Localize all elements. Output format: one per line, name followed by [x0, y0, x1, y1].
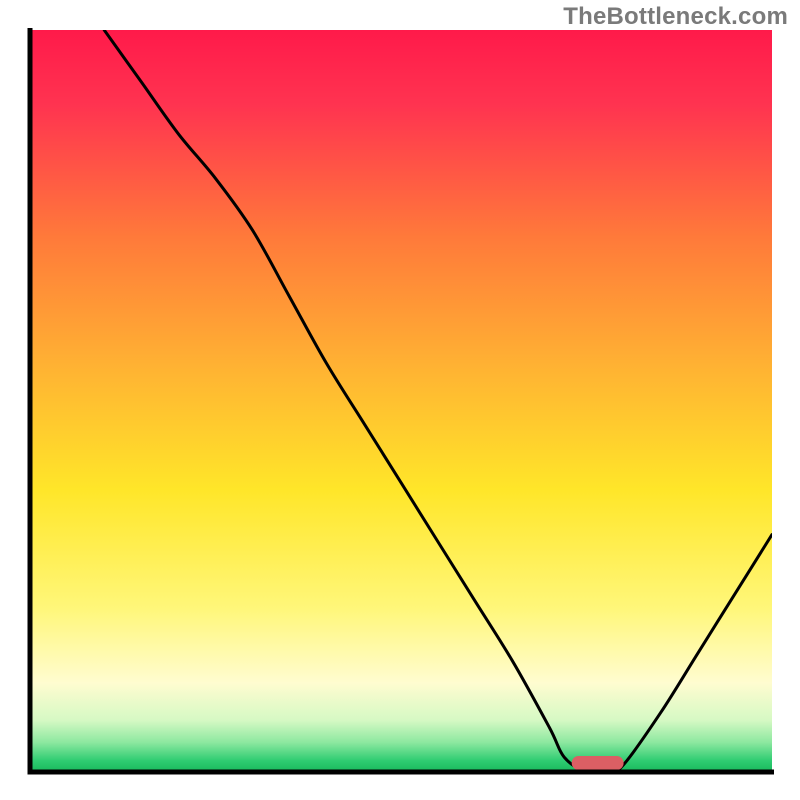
optimal-marker [572, 756, 624, 770]
gradient-background [30, 30, 772, 772]
bottleneck-chart: TheBottleneck.com [0, 0, 800, 800]
watermark-text: TheBottleneck.com [563, 3, 788, 31]
chart-svg [0, 0, 800, 800]
